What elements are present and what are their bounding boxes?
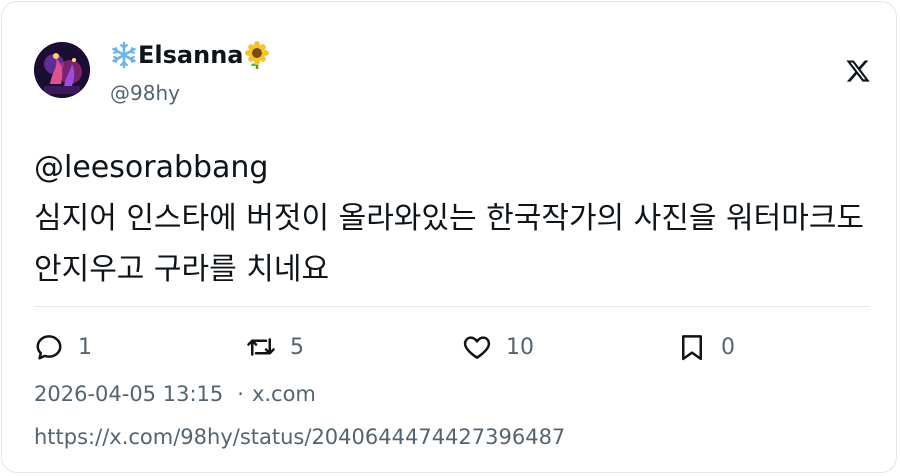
heart-icon (463, 336, 491, 359)
timestamp[interactable]: 2026-04-05 13:15 (34, 382, 223, 406)
separator: · (237, 382, 244, 406)
x-logo-icon[interactable] (845, 58, 871, 84)
like-button[interactable]: 10 (462, 332, 534, 362)
source-link[interactable]: x.com (252, 382, 316, 406)
snowflake-icon (110, 41, 138, 69)
tweet-meta: 2026-04-05 13:15 · x.com (34, 380, 316, 408)
retweet-button[interactable]: 5 (246, 332, 304, 362)
divider (34, 306, 870, 307)
author-display-name[interactable]: Elsanna (110, 40, 271, 70)
tweet-card: Elsanna @98hy @leesorabbang 심지어 인스타에 버젓이… (1, 1, 897, 473)
retweet-count: 5 (290, 334, 304, 360)
sunflower-icon (243, 41, 271, 69)
reply-icon (36, 335, 62, 360)
retweet-icon (247, 338, 275, 356)
like-count: 10 (506, 334, 534, 360)
tweet-text: @leesorabbang 심지어 인스타에 버젓이 올라와있는 한국작가의 사… (34, 150, 865, 287)
bookmark-button[interactable]: 0 (677, 332, 735, 362)
reply-count: 1 (78, 334, 92, 360)
bookmark-icon (682, 335, 702, 361)
reply-button[interactable]: 1 (34, 332, 92, 362)
tweet-url[interactable]: https://x.com/98hy/status/20406444744273… (34, 423, 565, 451)
avatar[interactable] (34, 42, 90, 98)
bookmark-count: 0 (721, 334, 735, 360)
author-handle[interactable]: @98hy (110, 80, 180, 106)
display-name-text: Elsanna (138, 41, 244, 69)
